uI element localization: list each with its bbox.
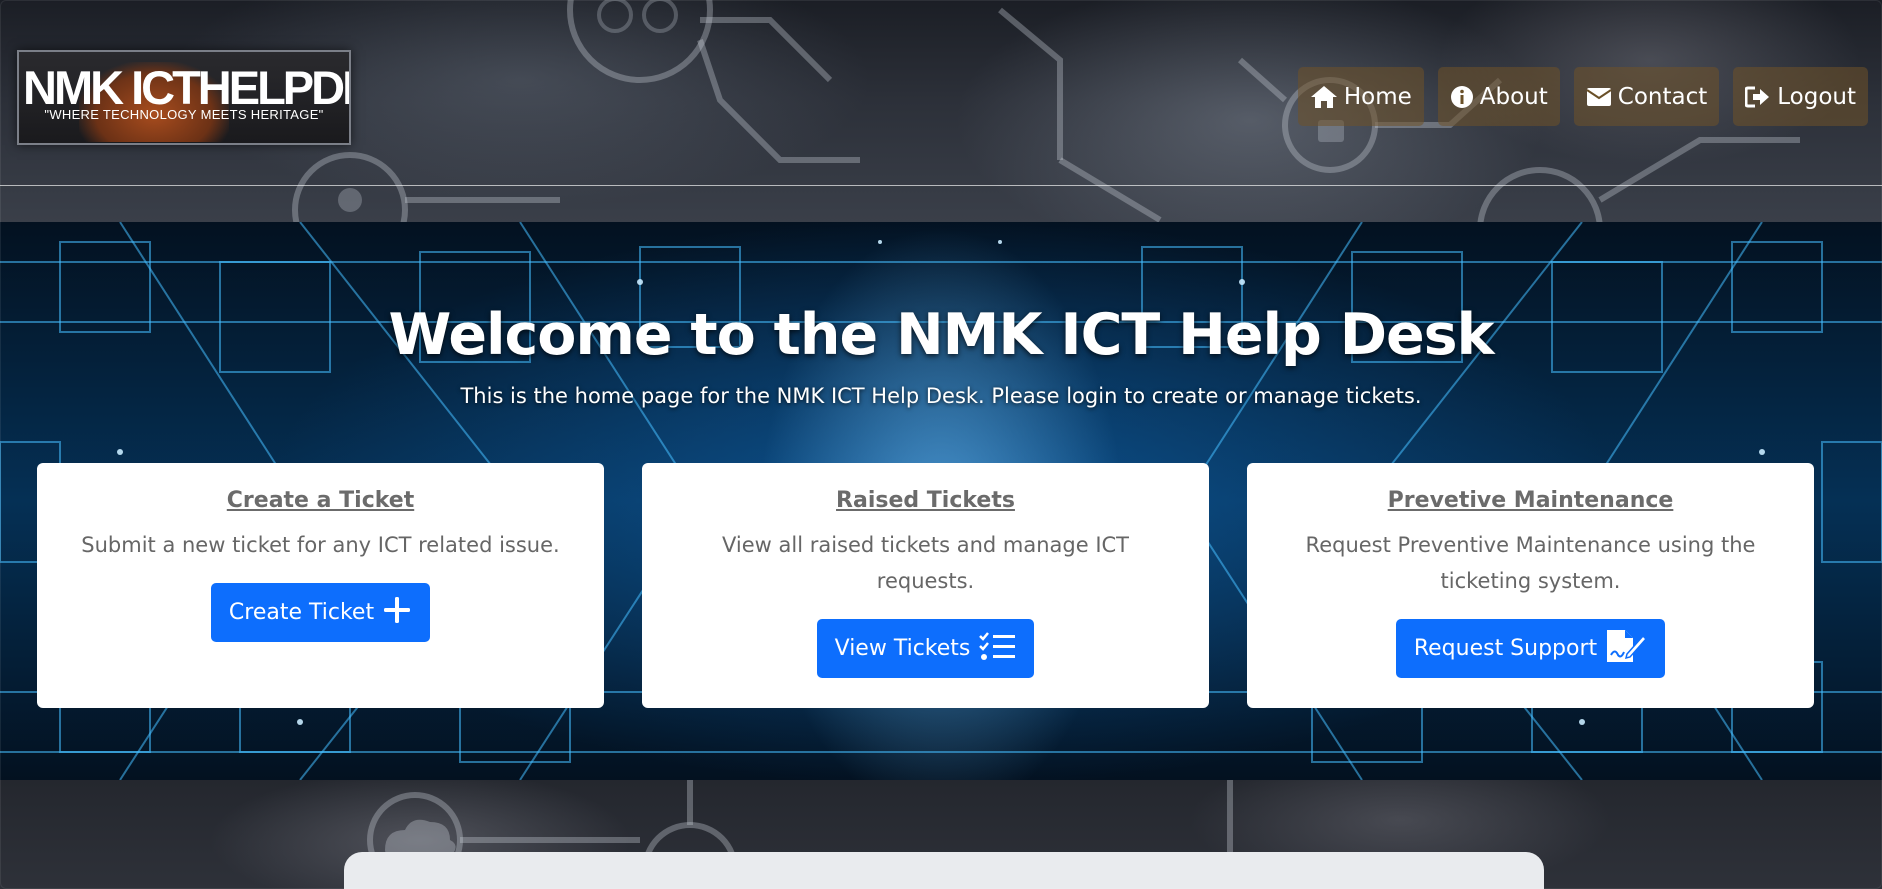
nav-about-link[interactable]: About — [1437, 67, 1560, 126]
request-support-button[interactable]: Request Support — [1395, 619, 1666, 678]
card-raised-tickets-title[interactable]: Raised Tickets — [642, 488, 1209, 513]
create-ticket-button-label: Create Ticket — [228, 600, 375, 625]
nav-links: Home About Contact Logout — [1297, 67, 1868, 126]
card-create-ticket-title[interactable]: Create a Ticket — [37, 488, 604, 513]
navbar: NMK ICTHELPDESK "WHERE TECHNOLOGY MEETS … — [0, 0, 1882, 186]
nav-home-link[interactable]: Home — [1297, 67, 1424, 126]
nav-contact-label: Contact — [1617, 83, 1708, 110]
card-create-ticket-text: Submit a new ticket for any ICT related … — [81, 533, 560, 557]
card-preventive-maintenance-title[interactable]: Prevetive Maintenance — [1247, 488, 1814, 513]
hero-subtitle: This is the home page for the NMK ICT He… — [460, 384, 1422, 408]
checklist-icon — [978, 631, 1016, 667]
card-preventive-maintenance-text: Request Preventive Maintenance using the… — [1305, 533, 1756, 593]
envelope-icon — [1586, 87, 1612, 107]
content-panel — [344, 852, 1544, 889]
view-tickets-button-label: View Tickets — [834, 636, 971, 661]
create-ticket-button[interactable]: Create Ticket — [210, 583, 431, 642]
logout-icon — [1745, 86, 1771, 108]
card-create-ticket: Create a Ticket Submit a new ticket for … — [37, 463, 604, 708]
nav-logout-link[interactable]: Logout — [1733, 67, 1868, 126]
file-signature-icon — [1605, 628, 1648, 670]
hero-section: Welcome to the NMK ICT Help Desk This is… — [0, 222, 1882, 780]
card-preventive-maintenance: Prevetive Maintenance Request Preventive… — [1247, 463, 1814, 708]
nav-about-label: About — [1479, 83, 1548, 110]
card-raised-tickets: Raised Tickets View all raised tickets a… — [642, 463, 1209, 708]
brand-logo[interactable]: NMK ICTHELPDESK "WHERE TECHNOLOGY MEETS … — [17, 50, 351, 145]
logo-title: NMK ICTHELPDESK — [23, 61, 349, 114]
view-tickets-button[interactable]: View Tickets — [816, 619, 1035, 678]
hero-title: Welcome to the NMK ICT Help Desk — [388, 302, 1494, 368]
logo-tagline: "WHERE TECHNOLOGY MEETS HERITAGE" — [44, 107, 324, 122]
request-support-button-label: Request Support — [1413, 636, 1598, 661]
plus-icon — [382, 595, 412, 631]
home-icon — [1310, 85, 1338, 109]
nav-logout-label: Logout — [1777, 83, 1856, 110]
nav-contact-link[interactable]: Contact — [1573, 67, 1720, 126]
card-raised-tickets-text: View all raised tickets and manage ICT r… — [721, 533, 1130, 593]
nav-home-label: Home — [1343, 83, 1412, 110]
info-circle-icon — [1450, 85, 1474, 109]
page: NMK ICTHELPDESK "WHERE TECHNOLOGY MEETS … — [0, 0, 1882, 889]
